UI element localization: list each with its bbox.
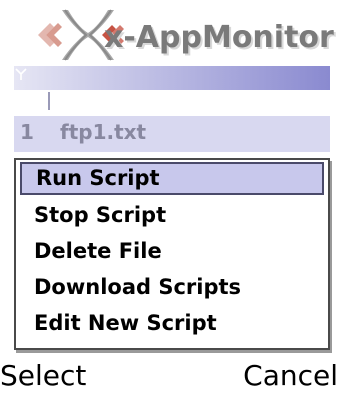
menu-item-stop-script[interactable]: Stop Script	[20, 199, 324, 232]
app-header: x-AppMonitor x-AppMonitor	[0, 0, 344, 64]
select-softkey[interactable]: Select	[0, 358, 86, 394]
menu-item-download-scripts[interactable]: Download Scripts	[20, 271, 324, 304]
list-item-index: 1	[20, 120, 34, 144]
menu-item-run-script[interactable]: Run Script	[20, 162, 324, 195]
cancel-softkey[interactable]: Cancel	[243, 358, 338, 394]
app-title: x-AppMonitor	[104, 20, 334, 55]
logo-left-chevrons	[38, 23, 62, 47]
status-strip	[14, 66, 330, 90]
signal-antenna-icon	[14, 67, 28, 81]
phone-screen: x-AppMonitor x-AppMonitor 1 ftp1.txt Run…	[0, 0, 344, 398]
signal-antenna-icon-glyph	[15, 68, 27, 80]
list-item-filename: ftp1.txt	[60, 120, 147, 144]
menu-item-delete-file[interactable]: Delete File	[20, 235, 324, 268]
list-item[interactable]: 1 ftp1.txt	[14, 116, 330, 152]
options-menu: Run Script Stop Script Delete File Downl…	[14, 158, 330, 350]
signal-strength-bar	[48, 92, 50, 110]
menu-item-edit-new-script[interactable]: Edit New Script	[20, 307, 324, 340]
